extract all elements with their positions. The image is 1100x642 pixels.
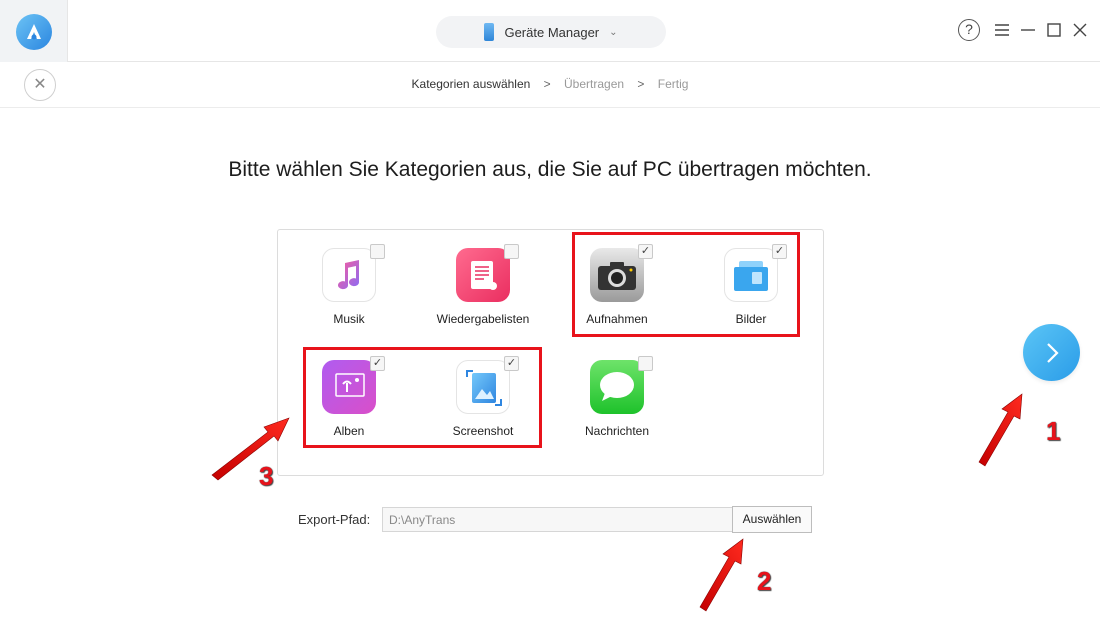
annotation-arrows (211, 393, 1023, 612)
annotation-number-3: 3 (259, 461, 274, 491)
annotation-number-2: 2 (757, 566, 772, 596)
annotation-number-1: 1 (1046, 416, 1061, 446)
